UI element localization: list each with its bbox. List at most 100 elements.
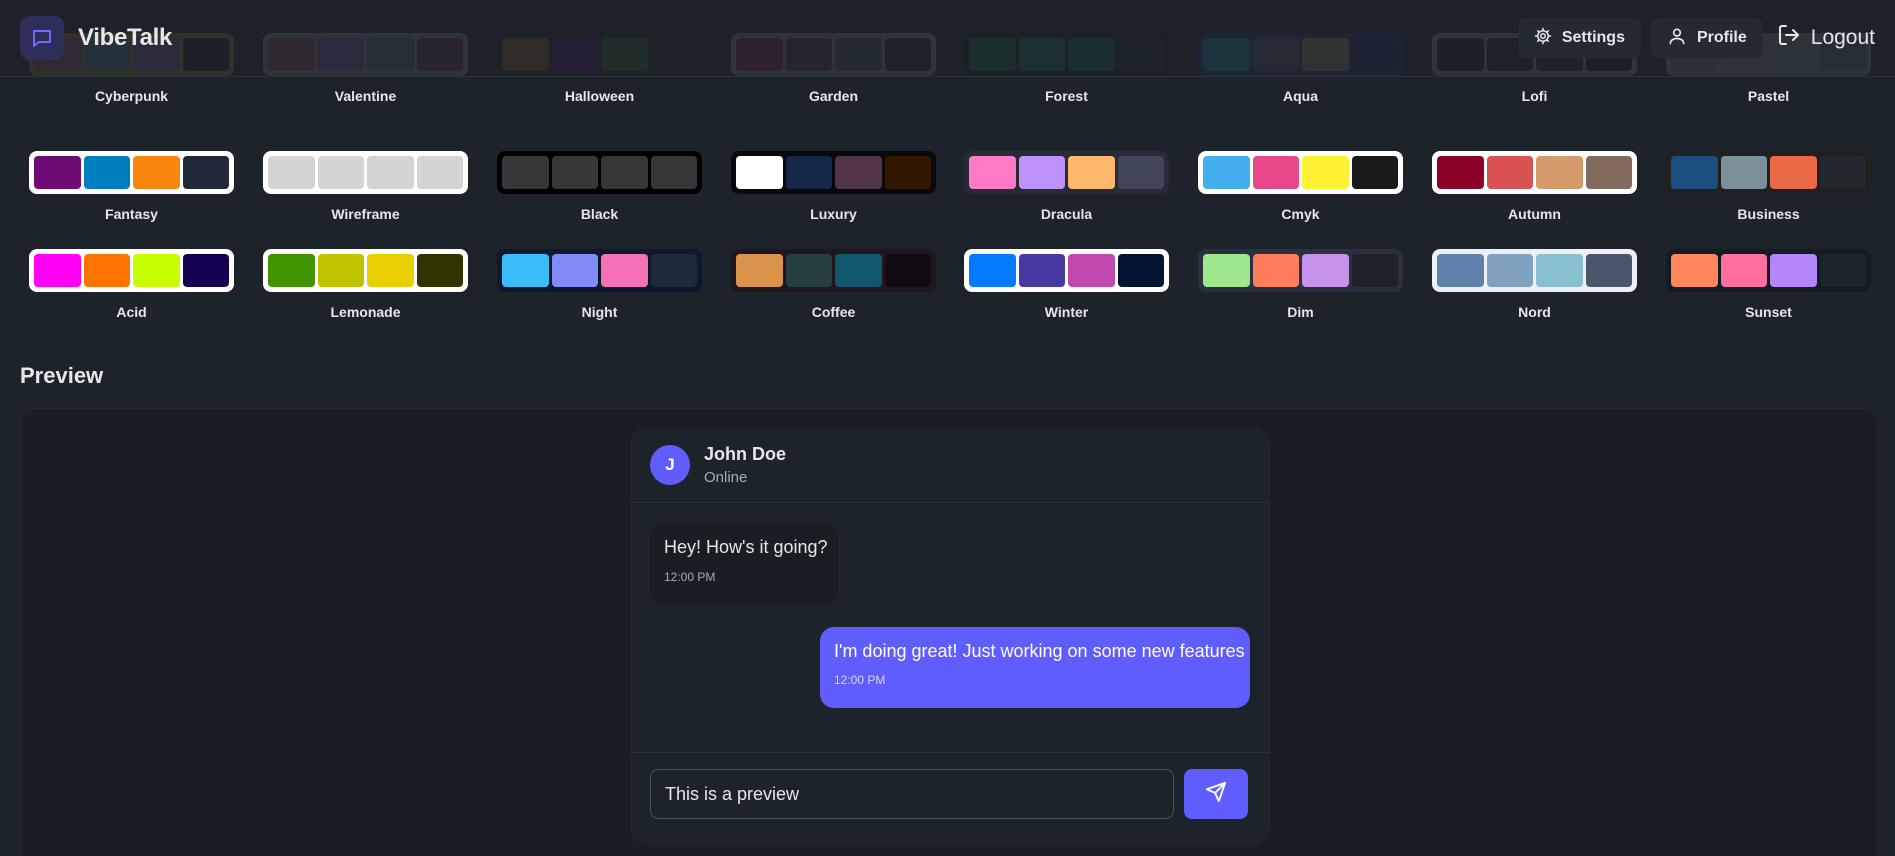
theme-name: Garden bbox=[808, 88, 858, 104]
theme-name: Acid bbox=[116, 304, 147, 320]
theme-name: Halloween bbox=[564, 88, 635, 104]
color-swatch bbox=[83, 156, 130, 189]
theme-name: Autumn bbox=[1508, 206, 1561, 222]
theme-palette bbox=[497, 249, 702, 292]
theme-option-black[interactable]: Black bbox=[497, 151, 702, 231]
color-swatch bbox=[969, 254, 1016, 287]
message-list: Hey! How's it going? 12:00 PM I'm doing … bbox=[630, 503, 1270, 753]
color-swatch bbox=[1018, 156, 1065, 189]
color-swatch bbox=[1770, 254, 1817, 287]
theme-palette bbox=[1432, 249, 1637, 292]
theme-option-acid[interactable]: Acid bbox=[29, 249, 234, 329]
theme-option-nord[interactable]: Nord bbox=[1432, 249, 1637, 329]
theme-name: Wireframe bbox=[331, 206, 400, 222]
theme-option-luxury[interactable]: Luxury bbox=[731, 151, 936, 231]
theme-name: Dim bbox=[1287, 304, 1314, 320]
theme-palette bbox=[1666, 151, 1871, 194]
send-button[interactable] bbox=[1184, 769, 1248, 819]
color-swatch bbox=[601, 156, 648, 189]
color-swatch bbox=[502, 254, 549, 287]
theme-palette bbox=[1198, 151, 1403, 194]
color-swatch bbox=[1671, 254, 1718, 287]
color-swatch bbox=[83, 254, 130, 287]
color-swatch bbox=[1018, 254, 1065, 287]
theme-option-autumn[interactable]: Autumn bbox=[1432, 151, 1637, 231]
theme-option-dracula[interactable]: Dracula bbox=[964, 151, 1169, 231]
brand-name: VibeTalk bbox=[78, 24, 173, 51]
color-swatch bbox=[1720, 254, 1767, 287]
theme-option-winter[interactable]: Winter bbox=[964, 249, 1169, 329]
brand[interactable]: VibeTalk bbox=[20, 16, 172, 60]
color-swatch bbox=[835, 156, 882, 189]
theme-option-cmyk[interactable]: Cmyk bbox=[1198, 151, 1403, 231]
color-swatch bbox=[1437, 156, 1484, 189]
color-swatch bbox=[601, 254, 648, 287]
theme-name: Coffee bbox=[811, 304, 856, 320]
message-composer: This is a preview bbox=[630, 753, 1270, 835]
message-text: Hey! How's it going? bbox=[664, 537, 828, 557]
chat-header: J John Doe Online bbox=[630, 428, 1270, 503]
contact-info: John Doe Online bbox=[704, 444, 786, 486]
theme-name: Luxury bbox=[810, 206, 857, 222]
settings-button[interactable]: Settings bbox=[1517, 18, 1641, 58]
color-swatch bbox=[367, 156, 414, 189]
theme-option-night[interactable]: Night bbox=[497, 249, 702, 329]
color-swatch bbox=[133, 254, 180, 287]
contact-status: Online bbox=[704, 469, 748, 486]
color-swatch bbox=[1720, 156, 1767, 189]
color-swatch bbox=[317, 254, 364, 287]
color-swatch bbox=[34, 254, 81, 287]
theme-option-lemonade[interactable]: Lemonade bbox=[263, 249, 468, 329]
color-swatch bbox=[785, 156, 832, 189]
color-swatch bbox=[551, 156, 598, 189]
theme-name: Night bbox=[581, 304, 618, 320]
theme-name: Nord bbox=[1518, 304, 1551, 320]
color-swatch bbox=[182, 254, 229, 287]
theme-option-business[interactable]: Business bbox=[1666, 151, 1871, 231]
user-icon bbox=[1667, 26, 1687, 51]
color-swatch bbox=[1536, 156, 1583, 189]
profile-button[interactable]: Profile bbox=[1650, 18, 1763, 58]
color-swatch bbox=[1252, 156, 1299, 189]
theme-name: Valentine bbox=[334, 88, 397, 104]
theme-option-dim[interactable]: Dim bbox=[1198, 249, 1403, 329]
theme-palette bbox=[497, 151, 702, 194]
color-swatch bbox=[317, 156, 364, 189]
color-swatch bbox=[1536, 254, 1583, 287]
logout-label: Logout bbox=[1810, 26, 1875, 49]
theme-name: Aqua bbox=[1283, 88, 1318, 104]
color-swatch bbox=[884, 254, 931, 287]
logout-button[interactable]: Logout bbox=[1773, 18, 1879, 58]
theme-palette bbox=[731, 151, 936, 194]
theme-palette bbox=[29, 249, 234, 292]
nav-actions: Settings Profile Logout bbox=[1517, 18, 1879, 58]
message-bubble-incoming: Hey! How's it going? 12:00 PM bbox=[650, 523, 838, 606]
theme-option-coffee[interactable]: Coffee bbox=[731, 249, 936, 329]
theme-palette bbox=[263, 249, 468, 292]
theme-palette bbox=[1666, 249, 1871, 292]
color-swatch bbox=[416, 254, 463, 287]
theme-name: Dracula bbox=[1040, 206, 1093, 222]
color-swatch bbox=[1117, 254, 1164, 287]
theme-option-sunset[interactable]: Sunset bbox=[1666, 249, 1871, 329]
color-swatch bbox=[367, 254, 414, 287]
message-input[interactable]: This is a preview bbox=[650, 769, 1174, 819]
color-swatch bbox=[1819, 254, 1866, 287]
theme-option-wireframe[interactable]: Wireframe bbox=[263, 151, 468, 231]
theme-name: Forest bbox=[1045, 88, 1088, 104]
color-swatch bbox=[1486, 156, 1533, 189]
color-swatch bbox=[1068, 254, 1115, 287]
theme-name: Fantasy bbox=[105, 206, 158, 222]
theme-name: Black bbox=[580, 206, 619, 222]
color-swatch bbox=[1671, 156, 1718, 189]
color-swatch bbox=[969, 156, 1016, 189]
contact-name: John Doe bbox=[704, 444, 787, 464]
color-swatch bbox=[1437, 254, 1484, 287]
theme-option-fantasy[interactable]: Fantasy bbox=[29, 151, 234, 231]
color-swatch bbox=[1351, 156, 1398, 189]
color-swatch bbox=[1117, 156, 1164, 189]
color-swatch bbox=[1302, 254, 1349, 287]
color-swatch bbox=[1068, 156, 1115, 189]
color-swatch bbox=[1203, 156, 1250, 189]
color-swatch bbox=[1770, 156, 1817, 189]
